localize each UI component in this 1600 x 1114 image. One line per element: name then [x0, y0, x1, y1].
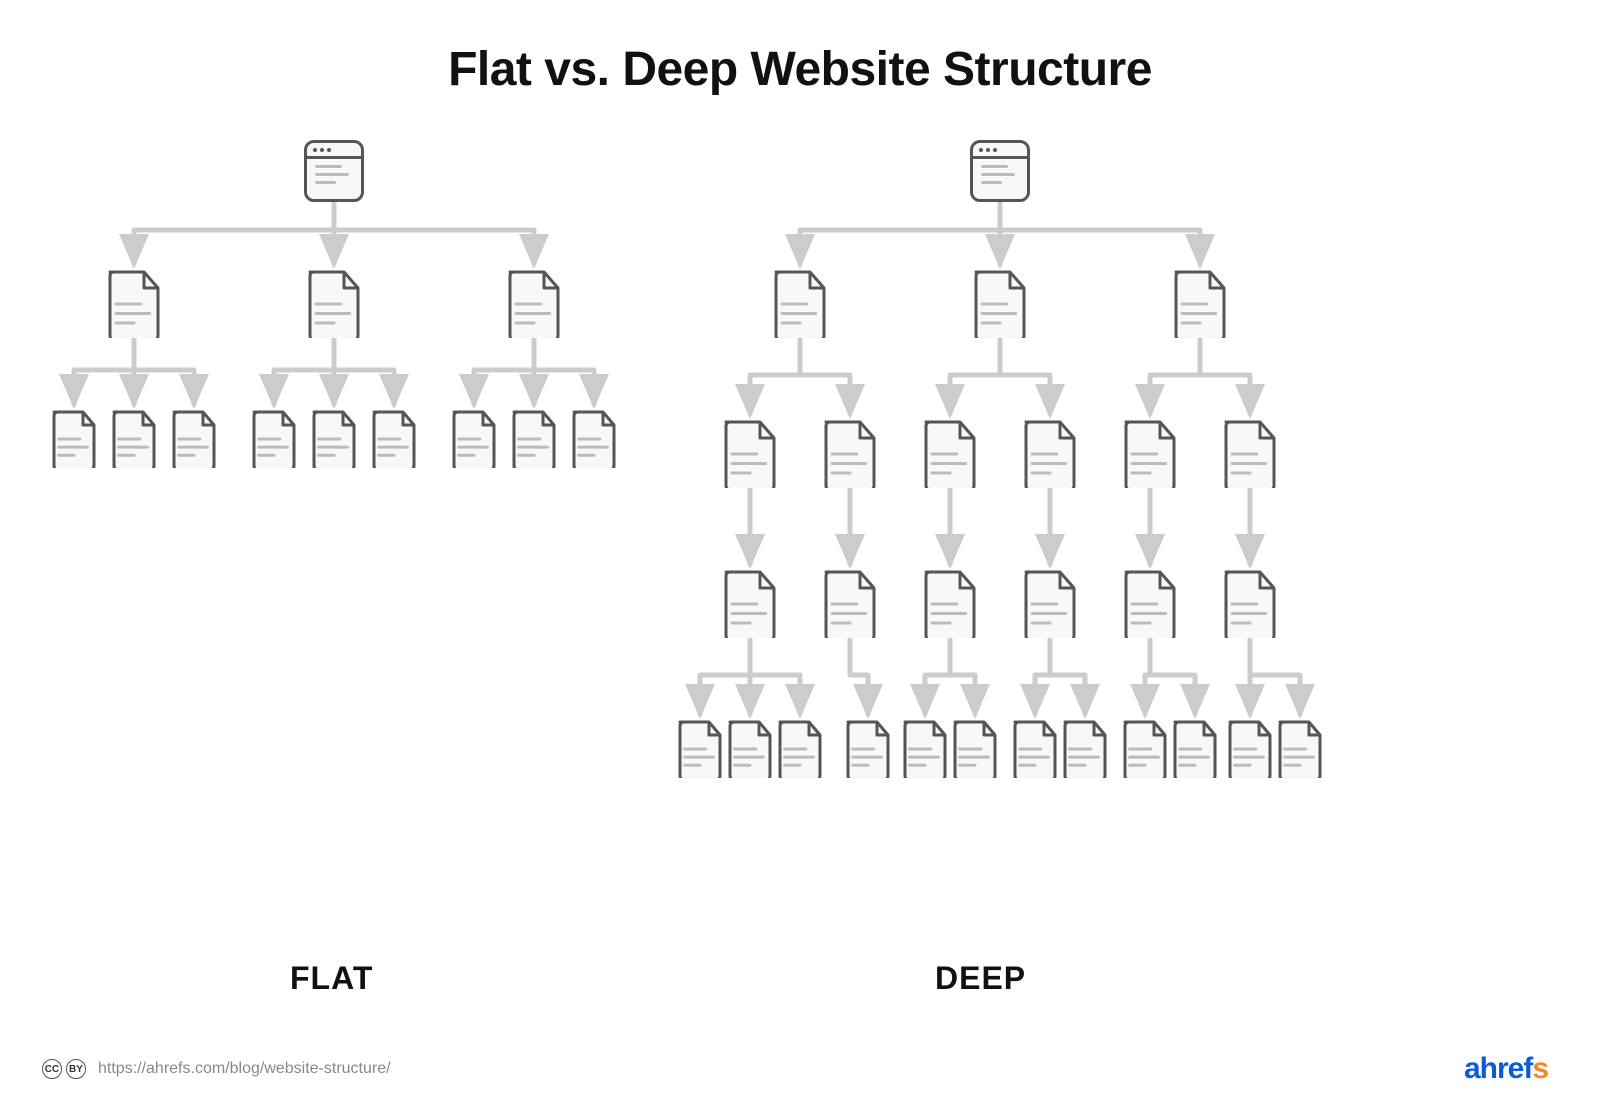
deep-root-browser-icon: [970, 140, 1030, 202]
deep-l3-doc: [722, 570, 778, 638]
deep-l1-doc: [772, 270, 828, 338]
deep-leaf-doc: [1121, 720, 1169, 778]
flat-root-browser-icon: [304, 140, 364, 202]
deep-l2-doc: [1122, 420, 1178, 488]
deep-l3-doc: [1022, 570, 1078, 638]
deep-leaf-doc: [1171, 720, 1219, 778]
deep-leaf-doc: [676, 720, 724, 778]
deep-leaf-doc: [1226, 720, 1274, 778]
deep-l1-doc: [1172, 270, 1228, 338]
deep-l2-doc: [922, 420, 978, 488]
deep-l3-doc: [822, 570, 878, 638]
deep-leaf-doc: [1011, 720, 1059, 778]
deep-leaf-doc: [951, 720, 999, 778]
connector-lines: [0, 120, 1600, 940]
deep-l2-doc: [1222, 420, 1278, 488]
deep-leaf-doc: [844, 720, 892, 778]
flat-leaf-doc: [570, 410, 618, 468]
footer: CC BY https://ahrefs.com/blog/website-st…: [42, 1052, 1548, 1086]
flat-leaf-doc: [510, 410, 558, 468]
flat-l1-doc: [306, 270, 362, 338]
deep-leaf-doc: [776, 720, 824, 778]
flat-l1-doc: [106, 270, 162, 338]
deep-leaf-doc: [901, 720, 949, 778]
deep-leaf-doc: [1061, 720, 1109, 778]
diagram-title: Flat vs. Deep Website Structure: [0, 42, 1600, 97]
flat-l1-doc: [506, 270, 562, 338]
deep-label: DEEP: [935, 960, 1026, 997]
deep-leaf-doc: [726, 720, 774, 778]
deep-l3-doc: [922, 570, 978, 638]
flat-leaf-doc: [50, 410, 98, 468]
deep-l3-doc: [1222, 570, 1278, 638]
flat-leaf-doc: [450, 410, 498, 468]
diagram-canvas: [0, 120, 1600, 940]
flat-label: FLAT: [290, 960, 373, 997]
ahrefs-logo: ahrefs: [1464, 1052, 1548, 1086]
deep-l2-doc: [822, 420, 878, 488]
deep-l3-doc: [1122, 570, 1178, 638]
flat-leaf-doc: [370, 410, 418, 468]
cc-license-icon: CC BY: [42, 1059, 86, 1079]
footer-attribution: CC BY https://ahrefs.com/blog/website-st…: [42, 1059, 391, 1079]
flat-leaf-doc: [110, 410, 158, 468]
flat-leaf-doc: [310, 410, 358, 468]
deep-leaf-doc: [1276, 720, 1324, 778]
deep-l2-doc: [1022, 420, 1078, 488]
source-url: https://ahrefs.com/blog/website-structur…: [98, 1060, 391, 1078]
flat-leaf-doc: [170, 410, 218, 468]
deep-l1-doc: [972, 270, 1028, 338]
deep-l2-doc: [722, 420, 778, 488]
flat-leaf-doc: [250, 410, 298, 468]
